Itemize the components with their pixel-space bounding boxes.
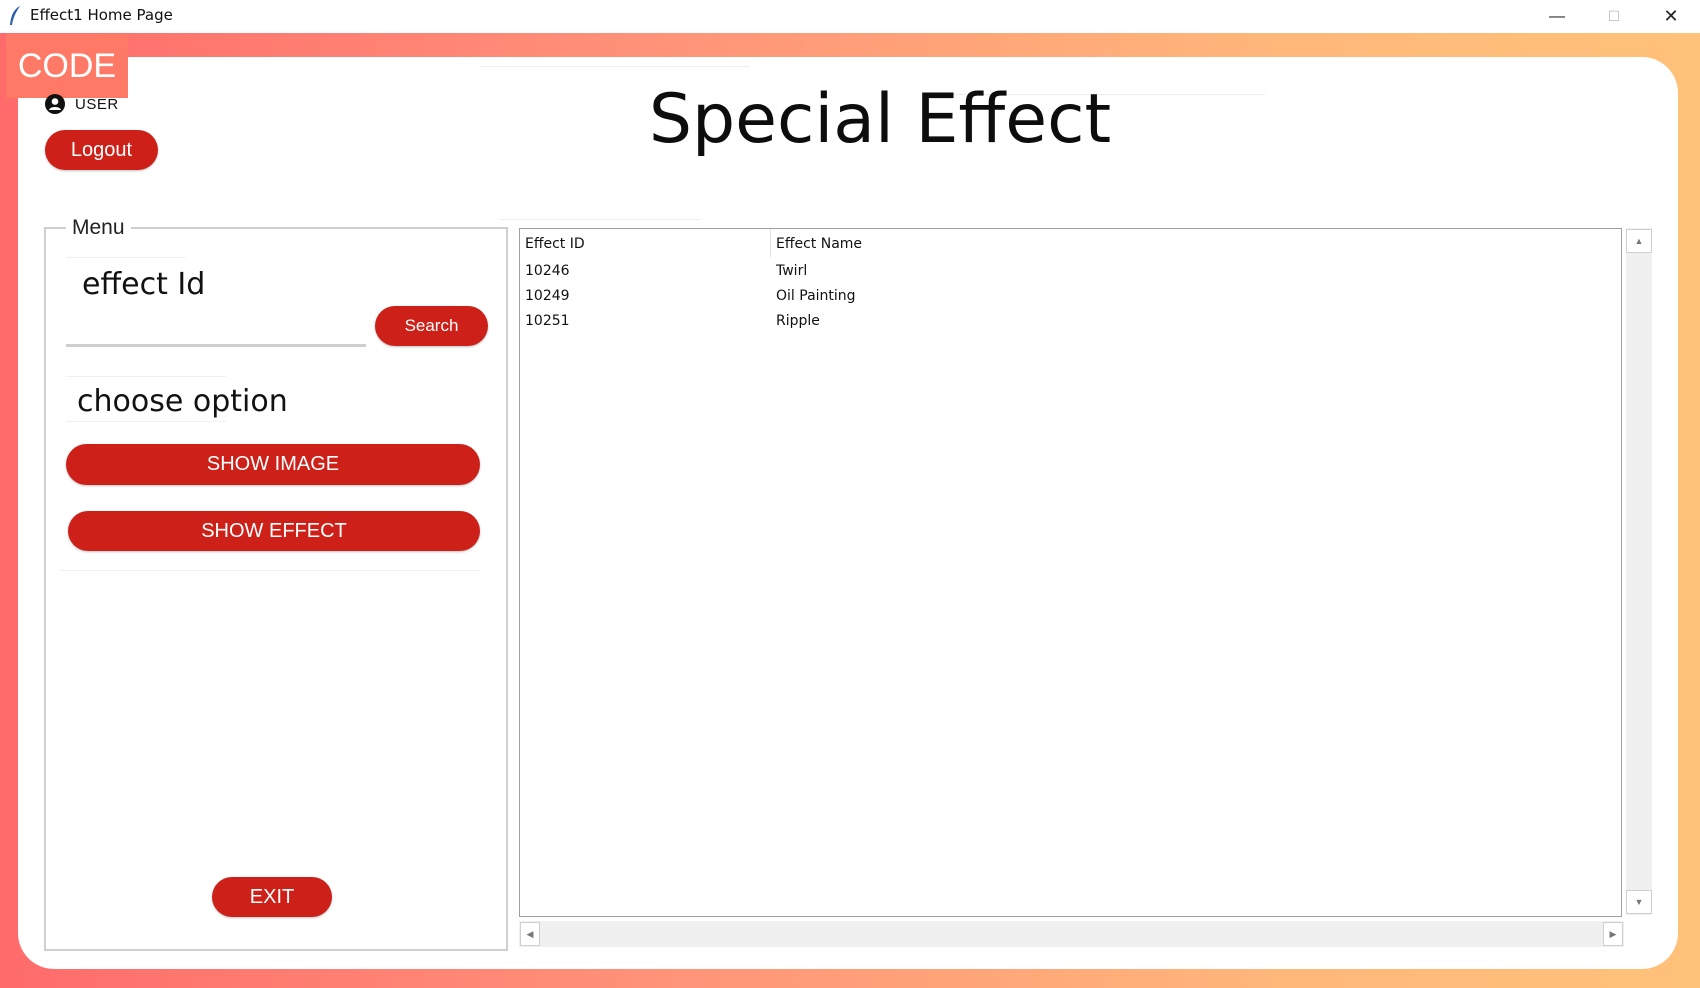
user-icon <box>45 94 65 114</box>
cell-effect-id: 10251 <box>525 313 570 329</box>
show-image-button[interactable]: SHOW IMAGE <box>66 444 480 485</box>
scroll-up-icon[interactable]: ▲ <box>1626 229 1652 253</box>
scroll-left-icon[interactable]: ◀ <box>520 922 540 946</box>
table-header: Effect ID Effect Name <box>520 229 1621 257</box>
minimize-icon[interactable]: — <box>1528 0 1586 33</box>
column-header-effect-name[interactable]: Effect Name <box>776 236 862 252</box>
divider <box>66 421 226 422</box>
vertical-scrollbar[interactable]: ▲ ▼ <box>1626 228 1652 915</box>
menu-legend: Menu <box>66 216 131 240</box>
show-effect-button[interactable]: SHOW EFFECT <box>68 511 480 551</box>
user-label: USER <box>75 95 119 113</box>
divider <box>66 257 186 258</box>
scroll-right-icon[interactable]: ▶ <box>1603 922 1623 946</box>
cell-effect-name: Twirl <box>776 263 808 279</box>
table-row[interactable]: 10249 Oil Painting <box>520 284 1621 309</box>
window-titlebar: Effect1 Home Page — ☐ ✕ <box>0 0 1700 33</box>
title-underline-decor <box>500 219 700 220</box>
close-icon[interactable]: ✕ <box>1642 0 1700 33</box>
window-title: Effect1 Home Page <box>30 6 173 24</box>
user-info: USER <box>45 94 119 114</box>
effect-id-input[interactable] <box>66 344 366 347</box>
cell-effect-id: 10246 <box>525 263 570 279</box>
feather-icon <box>10 6 20 25</box>
exit-button[interactable]: EXIT <box>212 877 332 917</box>
effect-id-label: effect Id <box>82 267 206 302</box>
page-title: Special Effect <box>648 80 1112 159</box>
table-row[interactable]: 10246 Twirl <box>520 259 1621 284</box>
divider <box>66 376 226 377</box>
search-button[interactable]: Search <box>375 306 488 346</box>
horizontal-scrollbar[interactable]: ◀ ▶ <box>519 921 1624 947</box>
scroll-down-icon[interactable]: ▼ <box>1626 890 1652 914</box>
choose-option-label: choose option <box>77 384 288 419</box>
cell-effect-name: Oil Painting <box>776 288 856 304</box>
maximize-icon[interactable]: ☐ <box>1585 0 1643 33</box>
cell-effect-id: 10249 <box>525 288 570 304</box>
logout-button[interactable]: Logout <box>45 130 158 170</box>
effects-table[interactable]: Effect ID Effect Name 10246 Twirl 10249 … <box>519 228 1622 917</box>
title-underline-decor <box>480 66 750 67</box>
brand-tag: CODE <box>6 34 128 98</box>
cell-effect-name: Ripple <box>776 313 820 329</box>
column-separator[interactable] <box>770 229 771 257</box>
divider <box>60 570 480 571</box>
table-row[interactable]: 10251 Ripple <box>520 309 1621 334</box>
column-header-effect-id[interactable]: Effect ID <box>525 236 585 252</box>
